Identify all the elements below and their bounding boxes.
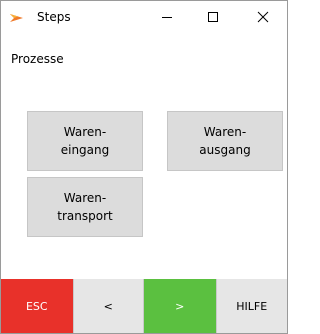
next-button[interactable]: >: [144, 279, 216, 333]
minimize-button[interactable]: [145, 1, 189, 33]
tile-label: Waren- ausgang: [199, 125, 251, 157]
tile-label: Waren- eingang: [60, 125, 110, 157]
tile-wareneingang[interactable]: Waren- eingang: [27, 111, 143, 171]
tile-warenausgang[interactable]: Waren- ausgang: [167, 111, 283, 171]
app-logo-icon: [9, 10, 25, 24]
previous-label: <: [103, 299, 113, 313]
window-title: Steps: [37, 10, 71, 24]
tile-warentransport[interactable]: Waren- transport: [27, 177, 143, 237]
close-icon: [257, 11, 269, 23]
maximize-button[interactable]: [191, 1, 235, 33]
bottom-action-bar: ESC < > HILFE: [1, 279, 287, 333]
esc-button[interactable]: ESC: [1, 279, 73, 333]
title-bar: Steps: [1, 1, 287, 33]
previous-button[interactable]: <: [72, 279, 144, 333]
help-label: HILFE: [236, 299, 268, 313]
esc-label: ESC: [25, 299, 48, 313]
tile-label: Waren- transport: [57, 191, 113, 223]
section-label: Prozesse: [11, 52, 64, 66]
close-button[interactable]: [241, 1, 285, 33]
maximize-icon: [208, 12, 218, 22]
app-window: Steps Prozesse Waren- eingang Waren- aus…: [0, 0, 288, 334]
help-button[interactable]: HILFE: [215, 279, 287, 333]
minimize-icon: [162, 17, 172, 18]
next-label: >: [175, 299, 185, 313]
